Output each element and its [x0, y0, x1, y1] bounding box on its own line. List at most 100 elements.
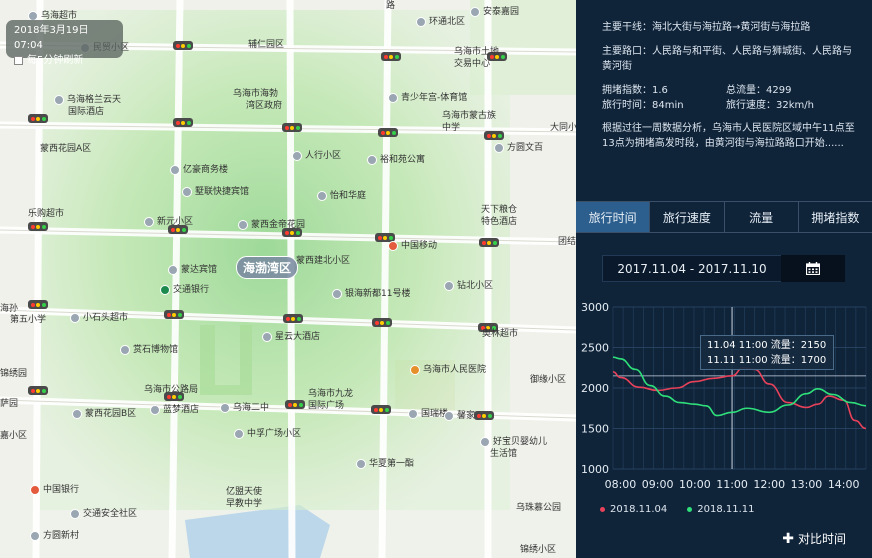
- poi-label: 好宝贝婴幼儿: [493, 437, 548, 447]
- map-poi[interactable]: 御缘小区: [530, 374, 566, 386]
- map-poi[interactable]: 青少年宫-体育馆: [388, 92, 467, 104]
- map-poi[interactable]: 星云大酒店: [262, 331, 320, 343]
- traffic-light-icon[interactable]: [173, 118, 193, 127]
- map-poi[interactable]: 萨园: [0, 398, 18, 410]
- map-poi[interactable]: 乌海市海勃: [233, 88, 278, 100]
- map-poi[interactable]: 国际酒店: [68, 106, 104, 118]
- map-poi[interactable]: 亿豪商务楼: [170, 164, 228, 176]
- map-poi[interactable]: 国瑞楼: [408, 408, 448, 420]
- map-poi[interactable]: 特色酒店: [481, 216, 517, 228]
- map-poi[interactable]: 乌珠慕公园: [516, 502, 561, 514]
- tab-travel-time[interactable]: 旅行时间: [576, 202, 651, 232]
- map-poi[interactable]: 嘉小区: [0, 430, 27, 442]
- traffic-light-icon[interactable]: [381, 52, 401, 61]
- map-poi[interactable]: 第五小学: [10, 314, 46, 326]
- map-poi[interactable]: 乌海市人民医院: [410, 364, 486, 376]
- map-poi[interactable]: 乌海二中: [220, 402, 269, 414]
- date-range-field[interactable]: 2017.11.04 - 2017.11.10: [602, 255, 782, 282]
- tab-congestion-index[interactable]: 拥堵指数: [799, 202, 872, 232]
- map-poi[interactable]: 锦绣园: [0, 368, 27, 380]
- map-poi[interactable]: 好宝贝婴幼儿: [480, 436, 547, 448]
- map-poi[interactable]: 环通北区: [416, 16, 465, 28]
- poi-label: 馨家: [457, 411, 476, 421]
- map-poi[interactable]: 大同小: [550, 122, 576, 134]
- map-poi[interactable]: 生活馆: [490, 448, 517, 460]
- traffic-info-panel: 主要干线：海北大街与海拉路→黄河街与海拉路 主要路口：人民路与和平街、人民路与狮…: [576, 0, 872, 558]
- map-poi[interactable]: 华夏第一酯: [356, 458, 414, 470]
- flow-chart[interactable]: 1000 1500 2000 2500 3000 08:00 09:00 10:00 11:00…: [576, 295, 872, 500]
- map-poi[interactable]: 蒙西花园A区: [40, 143, 91, 155]
- map-poi[interactable]: 乌海市公路局: [144, 384, 198, 396]
- map-poi[interactable]: 天下粮仓: [481, 204, 517, 216]
- map-poi[interactable]: 路: [386, 0, 395, 12]
- map-poi[interactable]: 亿盟天使: [226, 486, 262, 498]
- map-poi[interactable]: 中国银行: [30, 484, 79, 496]
- map-poi[interactable]: 中国移动: [388, 240, 437, 252]
- map-poi[interactable]: 小石头超市: [70, 312, 128, 324]
- map-poi[interactable]: 乐购超市: [28, 208, 64, 220]
- traffic-light-icon[interactable]: [371, 405, 391, 414]
- traffic-light-icon[interactable]: [378, 128, 398, 137]
- route-info: 主要干线：海北大街与海拉路→黄河街与海拉路 主要路口：人民路与和平街、人民路与狮…: [576, 0, 872, 151]
- map-poi[interactable]: 钻北小区: [444, 280, 493, 292]
- poi-label: 特色酒店: [481, 217, 518, 227]
- map-poi[interactable]: 交易中心: [454, 58, 490, 70]
- map-poi[interactable]: 蒙西建北小区: [296, 255, 350, 267]
- map-poi[interactable]: 裕和苑公寓: [367, 154, 425, 166]
- map-poi[interactable]: 乌海格兰云天: [54, 94, 121, 106]
- traffic-light-icon[interactable]: [479, 238, 499, 247]
- map-poi[interactable]: 交通银行: [160, 284, 209, 296]
- legend-item[interactable]: 2018.11.04: [600, 504, 667, 515]
- map-poi[interactable]: 乌海市土地: [454, 46, 499, 58]
- traffic-light-icon[interactable]: [484, 131, 504, 140]
- legend-label: 2018.11.11: [697, 504, 755, 515]
- map-poi[interactable]: 银海新都11号楼: [332, 288, 410, 300]
- map-poi[interactable]: 乌海市九龙: [308, 388, 353, 400]
- map-poi[interactable]: 湾区政府: [246, 100, 282, 112]
- traffic-light-icon[interactable]: [28, 222, 48, 231]
- map-poi[interactable]: 中学: [442, 122, 460, 134]
- traffic-light-icon[interactable]: [164, 310, 184, 319]
- traffic-light-icon[interactable]: [28, 300, 48, 309]
- tab-flow[interactable]: 流量: [725, 202, 799, 232]
- map-poi[interactable]: 蓝梦酒店: [150, 404, 199, 416]
- map-poi[interactable]: 安泰嘉园: [470, 6, 519, 18]
- traffic-light-icon[interactable]: [283, 314, 303, 323]
- traffic-light-icon[interactable]: [372, 318, 392, 327]
- map-poi[interactable]: 锦绣小区: [520, 544, 556, 556]
- traffic-light-icon[interactable]: [28, 386, 48, 395]
- map-poi[interactable]: 蒙达宾馆: [168, 264, 217, 276]
- map-poi[interactable]: 中孚广场小区: [234, 428, 301, 440]
- map-poi[interactable]: 方圆新村: [30, 530, 79, 542]
- map-poi[interactable]: 墅联快捷宾馆: [182, 186, 249, 198]
- map-poi[interactable]: 国际广场: [308, 400, 344, 412]
- map-poi[interactable]: 奥林超市: [482, 328, 518, 340]
- compare-time-button[interactable]: ✚ 对比时间: [782, 530, 846, 547]
- map-poi[interactable]: 辅仁园区: [248, 39, 284, 51]
- traffic-light-icon[interactable]: [474, 411, 494, 420]
- map-poi[interactable]: 怡和华庭: [317, 190, 366, 202]
- traffic-light-icon[interactable]: [28, 114, 48, 123]
- tab-travel-speed[interactable]: 旅行速度: [650, 202, 725, 232]
- traffic-light-icon[interactable]: [173, 41, 193, 50]
- map-poi[interactable]: 赏石博物馆: [120, 344, 178, 356]
- map-poi[interactable]: 早教中学: [226, 498, 262, 510]
- district-label[interactable]: 海渤湾区: [236, 256, 299, 279]
- map-poi[interactable]: 团结: [558, 236, 576, 248]
- map-view[interactable]: 乌海超市民贸小区辅仁园区路安泰嘉园环通北区乌海市土地交易中心乌海格兰云天国际酒店…: [0, 0, 576, 558]
- traffic-light-icon[interactable]: [282, 123, 302, 132]
- traffic-light-icon[interactable]: [285, 400, 305, 409]
- map-poi[interactable]: 交通安全社区: [70, 508, 137, 520]
- legend-item[interactable]: 2018.11.11: [687, 504, 755, 515]
- map-poi[interactable]: 蒙西花园B区: [72, 408, 136, 420]
- map-poi[interactable]: 人行小区: [292, 150, 341, 162]
- map-poi[interactable]: 方圆文百: [494, 142, 543, 154]
- refresh-checkbox[interactable]: [14, 56, 23, 65]
- map-poi[interactable]: 新元小区: [144, 216, 193, 228]
- poi-marker-icon: [388, 241, 398, 251]
- refresh-toggle[interactable]: 每5分钟刷新: [14, 53, 115, 68]
- calendar-button[interactable]: [781, 255, 845, 282]
- map-poi[interactable]: 蒙西金帝花园: [238, 219, 305, 231]
- map-poi[interactable]: 乌海市蒙古族: [442, 110, 496, 122]
- map-poi[interactable]: 馨家: [444, 410, 475, 422]
